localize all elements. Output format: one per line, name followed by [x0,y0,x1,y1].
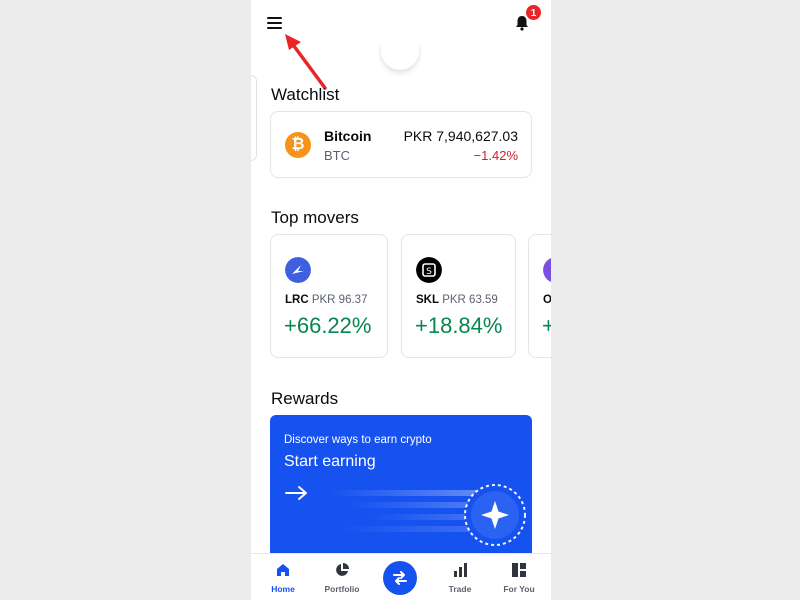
svg-text:S: S [426,267,432,277]
tab-label: For You [503,584,535,594]
mover-card-partial[interactable]: O + [528,234,551,358]
rewards-banner[interactable]: Discover ways to earn crypto Start earni… [270,415,532,555]
mover-label: SKL PKR 63.59 [416,294,498,306]
mover-change: +66.22% [284,313,372,338]
tab-portfolio[interactable]: Portfolio [312,554,372,600]
swap-button[interactable] [383,561,417,595]
mover-symbol: LRC [285,294,309,306]
side-panel-edge [251,75,257,161]
sparkle-badge-icon [330,484,526,546]
home-icon [277,564,289,576]
tab-home[interactable]: Home [253,554,313,600]
swap-icon [393,571,407,585]
grid-icon [512,563,526,577]
mover-price: PKR 63.59 [442,294,498,306]
arrow-right-icon [285,486,307,500]
coin-icon [543,258,551,282]
mover-label: O [543,294,551,306]
mover-symbol: O [543,294,551,306]
mover-symbol: SKL [416,294,439,306]
mover-change: +18.84% [415,313,503,338]
pull-handle[interactable] [381,42,419,70]
tab-label: Portfolio [324,584,360,594]
notification-badge: 1 [525,4,542,21]
mover-change: + [542,313,551,339]
mover-card-lrc[interactable]: LRC PKR 96.37 +66.22% [270,234,388,358]
asset-change: −1.42% [473,148,518,163]
mover-label: LRC PKR 96.37 [285,294,367,306]
mover-price: PKR 96.37 [311,294,368,306]
hamburger-menu-icon[interactable] [267,16,283,30]
skale-icon: S [416,257,442,283]
pie-chart-icon [336,563,349,576]
asset-price: PKR 7,940,627.03 [403,128,518,144]
app-screen: 1 Watchlist ₿ Bitcoin BTC PKR 7,940,627.… [251,0,551,600]
asset-name: Bitcoin [324,128,372,144]
top-movers-title: Top movers [271,208,359,227]
tab-label: Home [271,584,295,594]
tab-trade[interactable]: Trade [430,554,490,600]
mover-card-skl[interactable]: S SKL PKR 63.59 +18.84% [401,234,516,358]
annotation-arrow-icon [285,34,327,90]
loopring-icon [285,257,311,283]
bar-chart-icon [454,563,467,577]
bitcoin-icon: ₿ [285,132,311,158]
watchlist-item-bitcoin[interactable]: ₿ Bitcoin BTC PKR 7,940,627.03 −1.42% [270,111,532,178]
bottom-tab-bar: Home Portfolio Trade For You [251,553,551,600]
watchlist-title: Watchlist [271,85,340,104]
rewards-subtitle: Discover ways to earn crypto [284,434,432,446]
rewards-cta: Start earning [284,453,376,470]
asset-ticker: BTC [324,148,350,163]
rewards-title: Rewards [271,389,339,408]
tab-label: Trade [448,584,472,594]
tab-for-you[interactable]: For You [489,554,549,600]
